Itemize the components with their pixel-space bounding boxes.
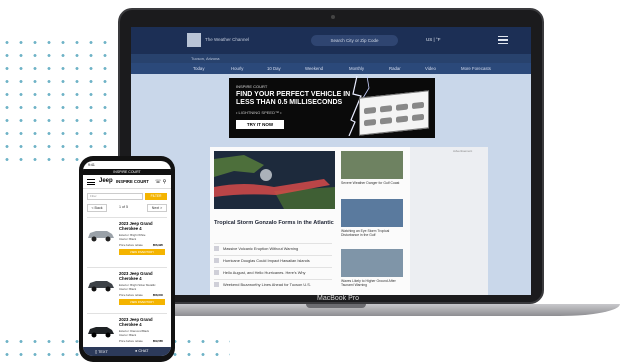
vehicle-interior: Interior: Black [119,333,137,337]
sidebar-ad-slot [410,147,488,295]
advertisement-label: Advertisement [453,149,473,153]
phone-bottom-bar: ▯ TEXT ● CHAT [83,347,171,356]
forecast-tabs: Today Hourly 10 Day Weekend Monthly Rada… [131,63,531,74]
story-item[interactable]: Hurricane Douglas Could Impact Hawaiian … [214,255,332,264]
back-button[interactable]: < Back [87,204,107,212]
ad-headline: FIND YOUR PERFECT VEHICLE IN LESS THAN 0… [236,91,351,106]
ad-brand: INSPIRE COURT [236,84,268,89]
ad-tagline: • LIGHTNING SPEED™ • [236,110,282,115]
vehicle-image [88,327,114,338]
site-top-nav: The Weather Channel Search City or Zip C… [131,27,531,54]
filter-button[interactable]: FILTER [145,193,167,200]
vehicle-card[interactable]: 2023 Jeep Grand Cherokee 4 Exterior: Bri… [87,217,167,269]
vehicle-title: 2023 Jeep Grand Cherokee 4 [119,221,153,231]
tab-hourly[interactable]: Hourly [231,66,243,71]
tab-weekend[interactable]: Weekend [305,66,323,71]
page-count: 1 of 5 [119,205,128,209]
vehicle-image [88,281,114,292]
brand-label: The Weather Channel [205,37,249,42]
side-story-caption[interactable]: Waves Likely to Higher Ground After Tsun… [341,279,403,287]
jeep-logo[interactable]: Jeep [99,178,113,184]
phone-header: Jeep INSPIRE COURT ☏ ⚲ [83,175,171,189]
tab-more-forecasts[interactable]: More Forecasts [461,66,491,71]
vehicle-title: 2023 Jeep Grand Cherokee 4 [119,271,153,281]
next-button[interactable]: Next > [147,204,167,212]
vehicle-interior: Interior: Black [119,287,137,291]
tab-radar[interactable]: Radar [389,66,401,71]
chat-button[interactable]: ● CHAT [135,349,148,353]
article-icon [214,258,219,263]
banner-ad[interactable]: INSPIRE COURT FIND YOUR PERFECT VEHICLE … [229,76,435,138]
dot-pattern-left [0,36,110,166]
view-inventory-button[interactable]: VIEW INVENTORY [119,249,165,255]
phone-location-icons[interactable]: ☏ ⚲ [155,179,166,185]
storm-track-graphic [214,155,335,209]
story-item[interactable]: Weekend Buzzworthy Lines Ahead for Tucso… [214,279,332,288]
article-icon [214,270,219,275]
search-input[interactable]: Search City or Zip Code [311,35,398,46]
side-story-thumbnail[interactable] [341,249,403,277]
side-story-caption[interactable]: Watching an Eye Storm Tropical Disturban… [341,229,403,237]
side-story-thumbnail[interactable] [341,199,403,227]
view-inventory-button[interactable]: VIEW INVENTORY [119,299,165,305]
menu-icon[interactable] [498,36,508,44]
vehicle-price: Price before rebate $56,995 [119,243,163,247]
phone-screen: 9:41 INSPIRE COURT Jeep INSPIRE COURT ☏ … [83,161,171,356]
headline-link[interactable]: Tropical Storm Gonzalo Forms in the Atla… [214,220,338,226]
tab-10-day[interactable]: 10 Day [267,66,281,71]
vehicle-interior: Interior: Black [119,237,137,241]
vehicle-card[interactable]: 2023 Jeep Grand Cherokee 4 Exterior: Bri… [87,267,167,319]
ad-laptop-illustration [359,90,429,136]
location-subnav: Tucson, Arizona [131,54,531,63]
locale-selector[interactable]: US | °F [426,37,440,42]
play-icon [214,246,219,251]
marketing-mockup: The Weather Channel Search City or Zip C… [0,0,622,362]
side-story-caption[interactable]: Severe Weather Danger for Gulf Coast [341,181,403,185]
filter-input[interactable]: Filter [87,193,143,200]
vehicle-price: Price before rebate $58,640 [119,293,163,297]
current-location[interactable]: Tucson, Arizona [191,56,220,61]
play-icon [214,282,219,287]
storm-satellite-map[interactable] [214,151,335,209]
weather-logo-icon[interactable] [187,33,201,47]
location-pin-icon[interactable]: ⚲ [163,179,167,185]
story-item[interactable]: Hello August, and Hello Hurricanes. Here… [214,267,332,276]
tab-today[interactable]: Today [193,66,204,71]
dealer-title: INSPIRE COURT [116,179,149,184]
laptop-screen: The Weather Channel Search City or Zip C… [131,27,531,295]
laptop-notch [306,304,366,308]
try-it-now-button[interactable]: TRY IT NOW [236,120,284,129]
tab-monthly[interactable]: Monthly [349,66,364,71]
macbook-label: MacBook Pro [316,295,360,302]
vehicle-image [88,231,114,242]
text-button[interactable]: ▯ TEXT [95,349,108,354]
hamburger-menu-icon[interactable] [87,179,95,185]
phone-call-icon[interactable]: ☏ [155,179,161,185]
tab-video[interactable]: Video [425,66,436,71]
story-item[interactable]: Massive Volcanic Eruption Without Warnin… [214,243,332,252]
status-time: 9:41 [88,163,95,167]
vehicle-price: Price before rebate $59,565 [119,339,163,343]
results-pager: < Back 1 of 5 Next > [87,204,167,212]
phone-status-bar: 9:41 [83,161,171,169]
side-story-thumbnail[interactable] [341,151,403,179]
laptop-camera [331,15,335,19]
vehicle-title: 2023 Jeep Grand Cherokee 4 [119,317,153,327]
